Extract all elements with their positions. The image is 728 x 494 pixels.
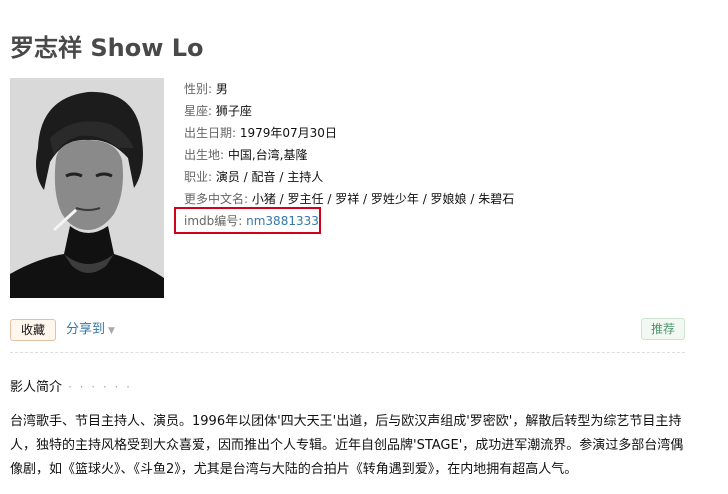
info-birthdate: 出生日期: 1979年07月30日 (184, 122, 514, 144)
portrait-image (10, 78, 164, 298)
more-names-value: 小猪 / 罗主任 / 罗祥 / 罗姓少年 / 罗娘娘 / 朱碧石 (248, 192, 515, 206)
info-constellation: 星座: 狮子座 (184, 100, 514, 122)
portrait-photo[interactable] (10, 78, 164, 298)
bio-text: 台湾歌手、节目主持人、演员。1996年以团体'四大天王'出道，后与欧汉声组成'罗… (10, 414, 684, 477)
gender-label: 性别: (184, 82, 213, 96)
constellation-value: 狮子座 (212, 104, 252, 118)
info-gender: 性别: 男 (184, 78, 514, 100)
recommend-button[interactable]: 推荐 (641, 318, 685, 340)
heading-dots: · · · · · · (68, 380, 132, 394)
profession-label: 职业: (184, 170, 213, 184)
profession-value: 演员 / 配音 / 主持人 (212, 170, 324, 184)
page-title: 罗志祥 Show Lo (10, 34, 204, 62)
celebrity-page: 罗志祥 Show Lo 性别: 男 星座: 狮子座 出生日期: 1979年07月… (0, 0, 728, 494)
info-birthplace: 出生地: 中国,台湾,基隆 (184, 144, 514, 166)
share-label: 分享到 (66, 322, 106, 337)
divider (10, 352, 685, 353)
collect-button[interactable]: 收藏 (10, 319, 56, 341)
chevron-down-icon: ▼ (108, 326, 115, 336)
birthdate-label: 出生日期: (184, 126, 237, 140)
gender-value: 男 (212, 82, 228, 96)
birthplace-label: 出生地: (184, 148, 225, 162)
constellation-label: 星座: (184, 104, 213, 118)
info-profession: 职业: 演员 / 配音 / 主持人 (184, 166, 514, 188)
share-button[interactable]: 分享到 ▼ (66, 320, 115, 341)
more-names-label: 更多中文名: (184, 192, 249, 206)
birthdate-value: 1979年07月30日 (236, 126, 337, 140)
imdb-highlight-box (174, 207, 321, 234)
birthplace-value: 中国,台湾,基隆 (224, 148, 308, 162)
intro-heading: 影人简介 (10, 380, 63, 395)
intro-section-title: 影人简介 · · · · · · (10, 377, 132, 398)
